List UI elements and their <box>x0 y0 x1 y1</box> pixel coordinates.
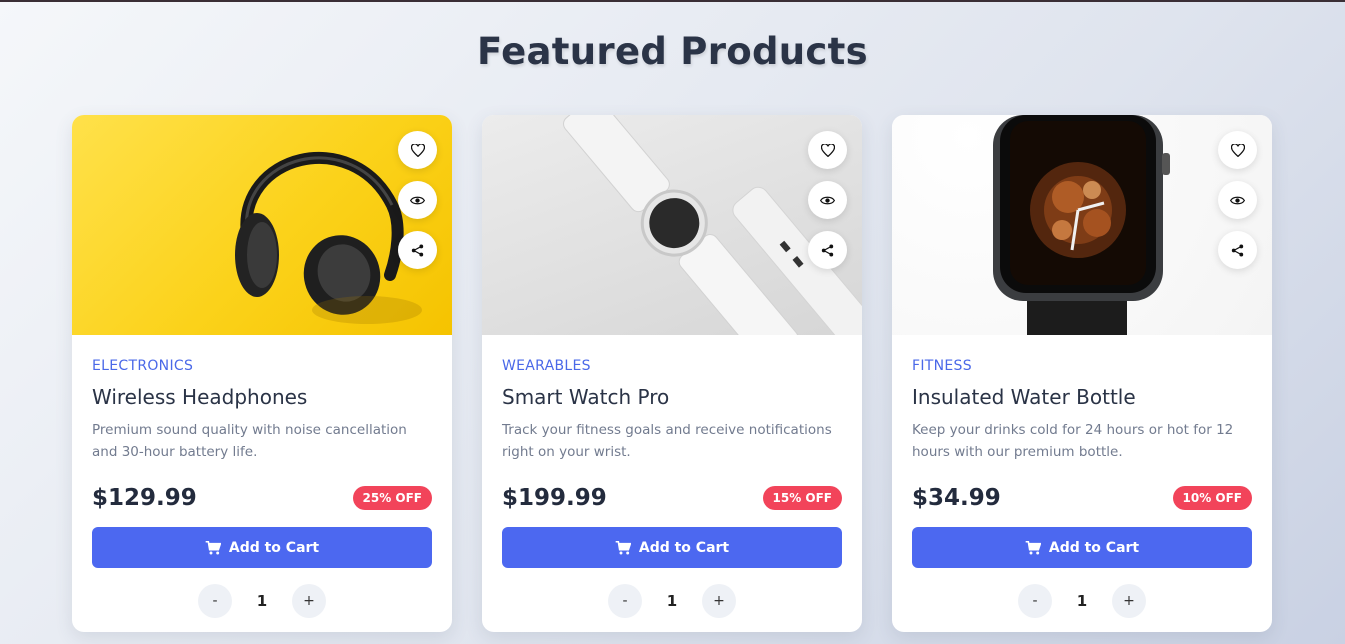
wishlist-button[interactable] <box>808 131 847 169</box>
product-card-smart-watch-pro: WEARABLES Smart Watch Pro Track your fit… <box>482 115 862 632</box>
product-card-wireless-headphones: ELECTRONICS Wireless Headphones Premium … <box>72 115 452 632</box>
heart-icon <box>410 143 425 157</box>
heart-icon <box>1230 143 1245 157</box>
quantity-value[interactable]: 1 <box>232 592 292 610</box>
product-category: WEARABLES <box>502 358 591 374</box>
share-button[interactable] <box>1218 231 1257 269</box>
increase-quantity-button[interactable]: + <box>1112 584 1146 618</box>
quantity-stepper: - 1 + <box>912 584 1252 618</box>
eye-icon <box>1230 196 1245 204</box>
share-icon <box>821 244 834 256</box>
share-button[interactable] <box>808 231 847 269</box>
heart-icon <box>820 143 835 157</box>
wishlist-button[interactable] <box>398 131 437 169</box>
add-to-cart-label: Add to Cart <box>638 539 730 556</box>
product-category: ELECTRONICS <box>92 358 194 374</box>
headphones-image[interactable] <box>72 115 452 335</box>
wishlist-button[interactable] <box>1218 131 1257 169</box>
share-icon <box>1231 244 1244 256</box>
add-to-cart-button[interactable]: Add to Cart <box>912 527 1252 568</box>
add-to-cart-button[interactable]: Add to Cart <box>92 527 432 568</box>
product-name[interactable]: Wireless Headphones <box>92 385 432 409</box>
product-price: $199.99 <box>502 485 607 511</box>
page-title: Featured Products <box>477 30 868 73</box>
decrease-quantity-button[interactable]: - <box>198 584 232 618</box>
smart-watch-image[interactable] <box>482 115 862 335</box>
decrease-quantity-button[interactable]: - <box>1018 584 1052 618</box>
product-category: FITNESS <box>912 358 972 374</box>
quantity-value[interactable]: 1 <box>642 592 702 610</box>
quantity-stepper: - 1 + <box>502 584 842 618</box>
share-icon <box>411 244 424 256</box>
product-description: Keep your drinks cold for 24 hours or ho… <box>912 422 1234 460</box>
cart-icon <box>205 540 221 554</box>
eye-icon <box>410 196 425 204</box>
add-to-cart-button[interactable]: Add to Cart <box>502 527 842 568</box>
eye-icon <box>820 196 835 204</box>
cart-icon <box>1025 540 1041 554</box>
quick-view-button[interactable] <box>1218 181 1257 219</box>
add-to-cart-label: Add to Cart <box>228 539 320 556</box>
increase-quantity-button[interactable]: + <box>292 584 326 618</box>
product-card-insulated-water-bottle: FITNESS Insulated Water Bottle Keep your… <box>892 115 1272 632</box>
discount-badge: 25% OFF <box>352 486 432 510</box>
quick-view-button[interactable] <box>808 181 847 219</box>
add-to-cart-label: Add to Cart <box>1048 539 1140 556</box>
cart-icon <box>615 540 631 554</box>
increase-quantity-button[interactable]: + <box>702 584 736 618</box>
product-description: Track your fitness goals and receive not… <box>502 422 832 460</box>
quantity-value[interactable]: 1 <box>1052 592 1112 610</box>
quantity-stepper: - 1 + <box>92 584 432 618</box>
product-price: $34.99 <box>912 485 1001 511</box>
product-description: Premium sound quality with noise cancell… <box>92 422 407 460</box>
product-price: $129.99 <box>92 485 197 511</box>
product-name[interactable]: Insulated Water Bottle <box>912 385 1252 409</box>
decrease-quantity-button[interactable]: - <box>608 584 642 618</box>
discount-badge: 10% OFF <box>1172 486 1252 510</box>
quick-view-button[interactable] <box>398 181 437 219</box>
discount-badge: 15% OFF <box>762 486 842 510</box>
share-button[interactable] <box>398 231 437 269</box>
product-name[interactable]: Smart Watch Pro <box>502 385 842 409</box>
apple-watch-image[interactable] <box>892 115 1272 335</box>
